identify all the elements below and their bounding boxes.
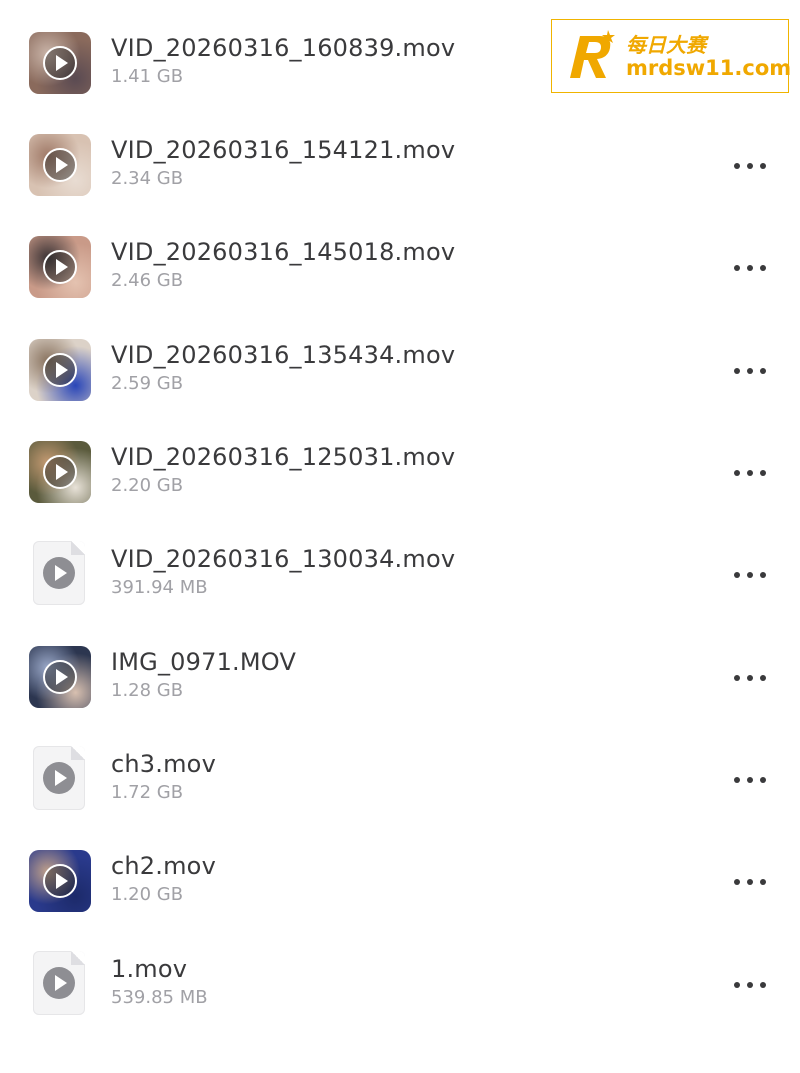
file-row[interactable]: ch2.mov 1.20 GB [0, 850, 800, 952]
file-size: 1.72 GB [111, 782, 184, 803]
more-options-button[interactable] [728, 770, 772, 790]
video-file-icon[interactable] [33, 541, 85, 605]
file-row[interactable]: 1.mov 539.85 MB [0, 951, 800, 1055]
ellipsis-dot-icon [747, 470, 753, 476]
play-icon [43, 455, 77, 489]
ellipsis-dot-icon [760, 675, 766, 681]
watermark-badge: 每日大赛 mrdsw11.com [551, 19, 792, 93]
file-row[interactable]: IMG_0971.MOV 1.28 GB [0, 646, 800, 748]
ellipsis-dot-icon [734, 368, 740, 374]
play-icon [43, 46, 77, 80]
file-name[interactable]: VID_20260316_160839.mov [111, 34, 455, 62]
file-name[interactable]: VID_20260316_145018.mov [111, 238, 455, 266]
file-name[interactable]: 1.mov [111, 955, 187, 983]
video-file-icon[interactable] [33, 951, 85, 1015]
video-thumbnail[interactable] [29, 646, 91, 708]
play-icon [43, 148, 77, 182]
file-size: 2.59 GB [111, 373, 184, 394]
file-name[interactable]: VID_20260316_125031.mov [111, 443, 455, 471]
more-options-button[interactable] [728, 565, 772, 585]
ellipsis-dot-icon [734, 879, 740, 885]
play-icon [43, 557, 75, 589]
ellipsis-dot-icon [747, 572, 753, 578]
file-row[interactable]: ch3.mov 1.72 GB [0, 746, 800, 850]
file-size: 1.20 GB [111, 884, 184, 905]
file-size: 1.28 GB [111, 680, 184, 701]
more-options-button[interactable] [728, 668, 772, 688]
ellipsis-dot-icon [760, 982, 766, 988]
play-icon [43, 864, 77, 898]
ellipsis-dot-icon [760, 572, 766, 578]
ellipsis-dot-icon [734, 777, 740, 783]
ellipsis-dot-icon [760, 265, 766, 271]
video-thumbnail[interactable] [29, 32, 91, 94]
watermark-logo-icon [570, 30, 615, 78]
file-row[interactable]: VID_20260316_154121.mov 2.34 GB [0, 134, 800, 236]
ellipsis-dot-icon [734, 163, 740, 169]
file-row[interactable]: VID_20260316_145018.mov 2.46 GB [0, 236, 800, 338]
more-options-button[interactable] [728, 463, 772, 483]
more-options-button[interactable] [728, 156, 772, 176]
more-options-button[interactable] [728, 872, 772, 892]
video-thumbnail[interactable] [29, 339, 91, 401]
file-row[interactable]: VID_20260316_130034.mov 391.94 MB [0, 541, 800, 645]
ellipsis-dot-icon [760, 163, 766, 169]
file-size: 1.41 GB [111, 66, 184, 87]
more-options-button[interactable] [728, 361, 772, 381]
ellipsis-dot-icon [734, 265, 740, 271]
more-options-button[interactable] [728, 975, 772, 995]
file-size: 539.85 MB [111, 987, 208, 1008]
ellipsis-dot-icon [747, 777, 753, 783]
play-icon [43, 967, 75, 999]
file-size: 391.94 MB [111, 577, 208, 598]
ellipsis-dot-icon [734, 982, 740, 988]
file-name[interactable]: VID_20260316_130034.mov [111, 545, 455, 573]
file-name[interactable]: ch3.mov [111, 750, 216, 778]
file-name[interactable]: IMG_0971.MOV [111, 648, 296, 676]
play-icon [43, 762, 75, 794]
video-thumbnail[interactable] [29, 441, 91, 503]
ellipsis-dot-icon [760, 368, 766, 374]
video-file-icon[interactable] [33, 746, 85, 810]
play-icon [43, 660, 77, 694]
file-name[interactable]: VID_20260316_154121.mov [111, 136, 455, 164]
file-size: 2.46 GB [111, 270, 184, 291]
watermark-url: mrdsw11.com [626, 56, 792, 80]
video-thumbnail[interactable] [29, 134, 91, 196]
file-size: 2.20 GB [111, 475, 184, 496]
play-icon [43, 353, 77, 387]
file-name[interactable]: VID_20260316_135434.mov [111, 341, 455, 369]
ellipsis-dot-icon [760, 470, 766, 476]
ellipsis-dot-icon [734, 675, 740, 681]
play-icon [43, 250, 77, 284]
more-options-button[interactable] [728, 258, 772, 278]
ellipsis-dot-icon [747, 982, 753, 988]
ellipsis-dot-icon [760, 777, 766, 783]
ellipsis-dot-icon [747, 163, 753, 169]
ellipsis-dot-icon [747, 368, 753, 374]
file-row[interactable]: VID_20260316_135434.mov 2.59 GB [0, 339, 800, 441]
ellipsis-dot-icon [747, 265, 753, 271]
file-row[interactable]: VID_20260316_125031.mov 2.20 GB [0, 441, 800, 543]
video-thumbnail[interactable] [29, 236, 91, 298]
watermark-title: 每日大赛 [626, 33, 706, 57]
ellipsis-dot-icon [734, 470, 740, 476]
file-name[interactable]: ch2.mov [111, 852, 216, 880]
ellipsis-dot-icon [747, 879, 753, 885]
ellipsis-dot-icon [760, 879, 766, 885]
ellipsis-dot-icon [734, 572, 740, 578]
file-size: 2.34 GB [111, 168, 184, 189]
ellipsis-dot-icon [747, 675, 753, 681]
video-thumbnail[interactable] [29, 850, 91, 912]
